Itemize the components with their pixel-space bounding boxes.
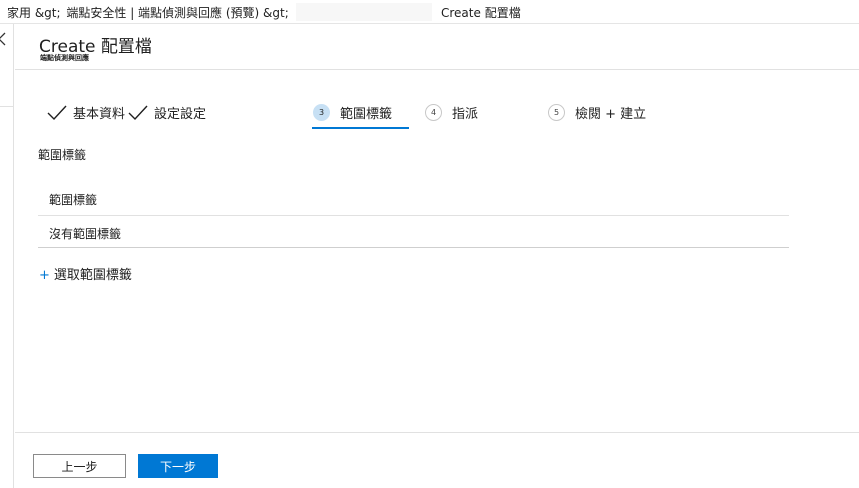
left-rail — [0, 24, 14, 488]
next-button[interactable]: 下一步 — [138, 454, 218, 478]
wizard-step-scope-tags[interactable]: 3 範圍標籤 — [313, 103, 392, 122]
table-header: 範圍標籤 — [38, 182, 789, 216]
footer: 上一步 下一步 — [15, 432, 859, 488]
page-subtitle: 端點偵測與回應 — [40, 54, 89, 62]
previous-button[interactable]: 上一步 — [33, 454, 126, 478]
wizard-step-assignments[interactable]: 4 指派 — [425, 103, 478, 122]
step-number-badge: 3 — [313, 104, 330, 121]
check-icon — [128, 105, 148, 120]
scope-tags-table: 範圍標籤 沒有範圍標籤 — [38, 182, 789, 248]
plus-icon: + — [39, 268, 50, 283]
breadcrumb-spacer — [296, 3, 432, 21]
section-label: 範圍標籤 — [38, 148, 87, 162]
step-number-badge: 5 — [548, 104, 565, 121]
blade-header: Create 配置檔 端點偵測與回應 — [15, 24, 859, 70]
breadcrumb-item-home[interactable]: 家用 &gt; — [7, 6, 61, 20]
wizard-step-label: 設定設定 — [154, 107, 207, 122]
breadcrumb: 家用 &gt; 端點安全性 | 端點偵測與回應 (預覽) &gt; — [7, 4, 291, 21]
table-row: 沒有範圍標籤 — [38, 216, 789, 248]
select-scope-tags-link[interactable]: + 選取範圍標籤 — [39, 264, 132, 283]
wizard-step-review-create[interactable]: 5 檢閱 + 建立 — [548, 103, 646, 122]
breadcrumb-current: Create 配置檔 — [441, 6, 521, 20]
wizard-step-label: 指派 — [452, 107, 479, 122]
active-step-indicator — [312, 127, 409, 129]
step-number-badge: 4 — [425, 104, 442, 121]
wizard-step-configuration[interactable]: 設定設定 — [128, 103, 206, 122]
check-icon — [47, 105, 67, 120]
breadcrumb-bar: 家用 &gt; 端點安全性 | 端點偵測與回應 (預覽) &gt; Create… — [0, 0, 859, 24]
collapse-icon[interactable] — [0, 32, 8, 46]
wizard-step-label: 檢閱 + 建立 — [575, 107, 647, 122]
breadcrumb-item-endpoint-security[interactable]: 端點安全性 | 端點偵測與回應 (預覽) &gt; — [66, 6, 288, 20]
wizard-step-label: 基本資料 — [73, 107, 126, 122]
rail-divider — [0, 106, 13, 107]
select-scope-tags-label: 選取範圍標籤 — [53, 268, 132, 283]
wizard-step-label: 範圍標籤 — [340, 107, 393, 122]
wizard-steps: 基本資料 設定設定 3 範圍標籤 4 指派 5 檢閱 + 建立 — [15, 70, 859, 130]
wizard-step-basics[interactable]: 基本資料 — [47, 103, 125, 122]
